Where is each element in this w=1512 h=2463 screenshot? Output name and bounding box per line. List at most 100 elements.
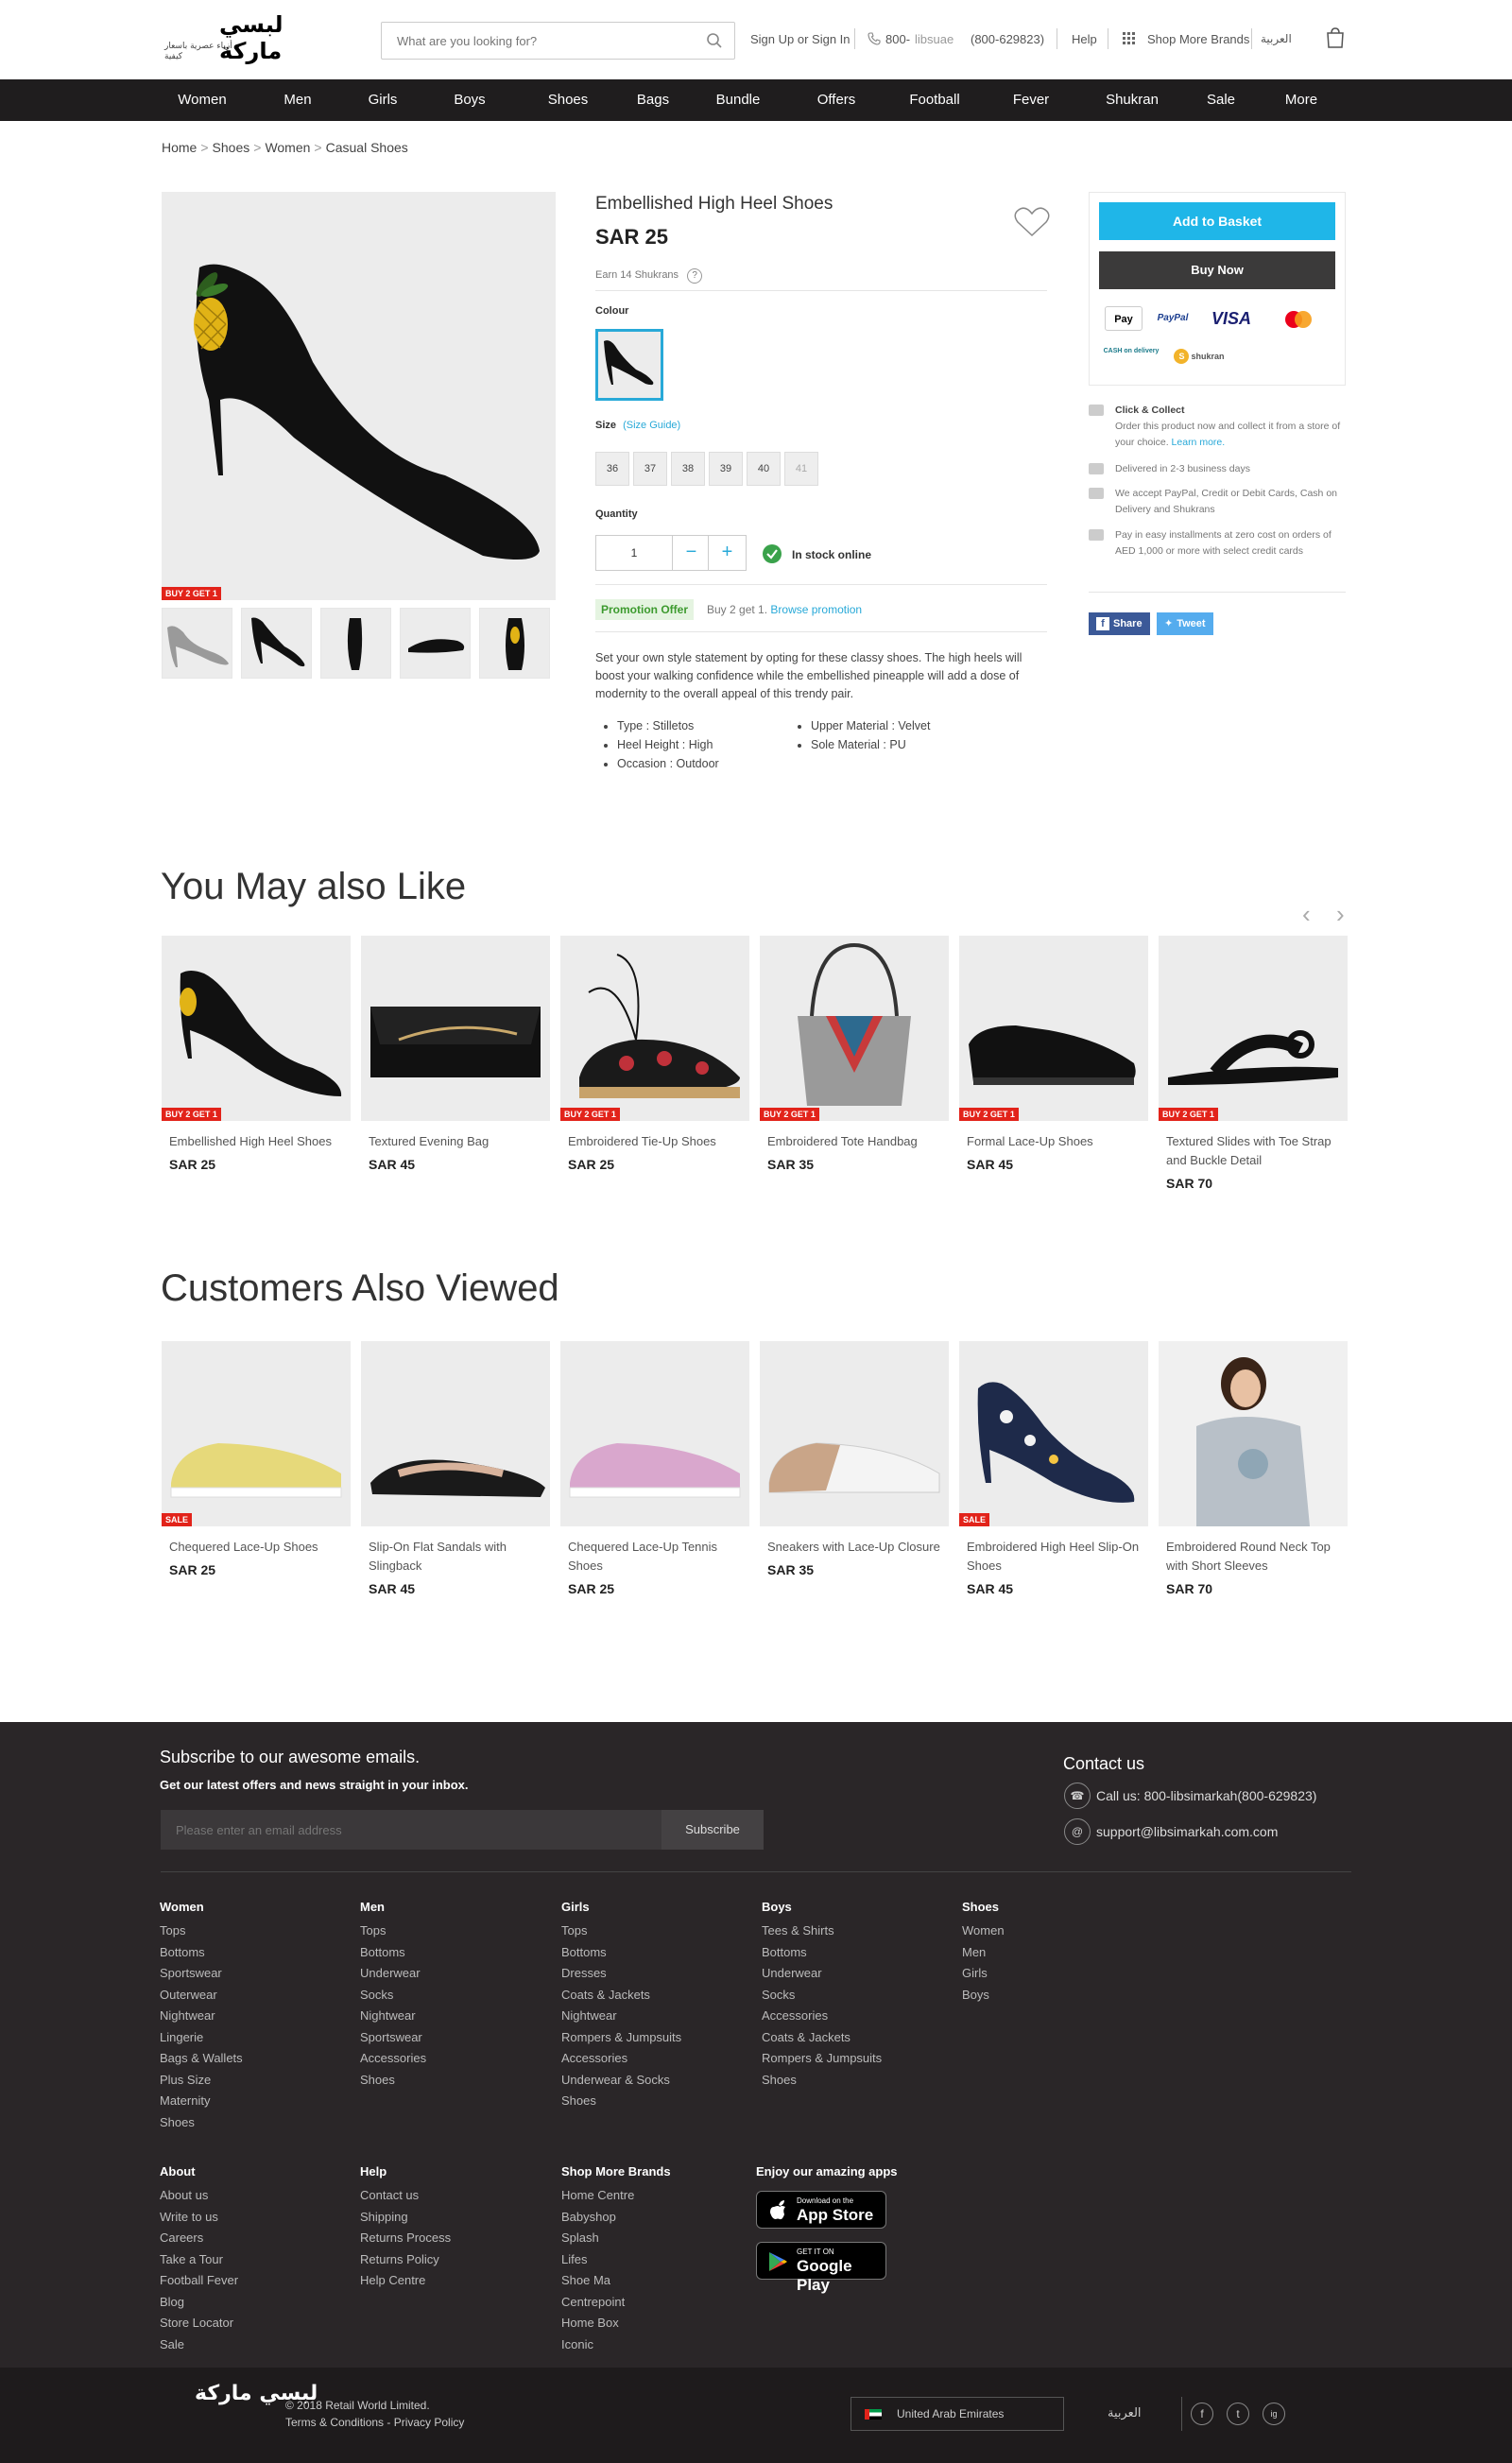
nav-men[interactable]: Men <box>284 79 311 121</box>
nav-bundle[interactable]: Bundle <box>716 79 761 121</box>
thumbnail-3[interactable] <box>320 608 391 679</box>
product-name[interactable]: Sneakers with Lace-Up Closure <box>767 1538 941 1557</box>
footer-link[interactable]: Store Locator <box>160 2313 238 2334</box>
cart-icon[interactable] <box>1325 26 1346 49</box>
size-option-40[interactable]: 40 <box>747 452 781 486</box>
footer-link[interactable]: Women <box>962 1920 1005 1942</box>
footer-link[interactable]: Careers <box>160 2228 238 2249</box>
footer-link[interactable]: Rompers & Jumpsuits <box>561 2027 681 2049</box>
terms-privacy-links[interactable]: Terms & Conditions - Privacy Policy <box>285 2416 464 2429</box>
footer-link[interactable]: Centrepoint <box>561 2292 634 2314</box>
site-logo[interactable]: لبسي ماركة أزياء عصرية باسعار كيفية <box>161 9 312 68</box>
carousel-prev-icon[interactable]: ‹ <box>1302 900 1311 929</box>
footer-link[interactable]: Coats & Jackets <box>561 1985 681 2007</box>
tweet-button[interactable]: ✦ Tweet <box>1157 612 1213 635</box>
footer-link[interactable]: Sportswear <box>160 1963 243 1985</box>
phone-number[interactable]: (800-629823) <box>971 32 1044 46</box>
footer-link[interactable]: Tops <box>360 1920 426 1942</box>
footer-link[interactable]: Nightwear <box>561 2006 681 2027</box>
nav-shukran[interactable]: Shukran <box>1106 79 1159 121</box>
footer-link[interactable]: Accessories <box>360 2048 426 2070</box>
wishlist-heart-icon[interactable] <box>1013 206 1051 238</box>
product-card[interactable]: Textured Evening Bag SAR 45 <box>361 936 550 1172</box>
buy-now-button[interactable]: Buy Now <box>1099 251 1335 289</box>
footer-link[interactable]: Socks <box>762 1985 882 2007</box>
thumbnail-4[interactable] <box>400 608 471 679</box>
size-option-39[interactable]: 39 <box>709 452 743 486</box>
twitter-icon[interactable]: t <box>1227 2403 1249 2425</box>
product-name[interactable]: Embroidered High Heel Slip-On Shoes <box>967 1538 1141 1576</box>
thumbnail-1[interactable] <box>162 608 232 679</box>
footer-col-title[interactable]: Women <box>160 1900 204 1914</box>
footer-link[interactable]: Bags & Wallets <box>160 2048 243 2070</box>
footer-link[interactable]: Girls <box>962 1963 1005 1985</box>
contact-phone[interactable]: Call us: 800-libsimarkah(800-629823) <box>1096 1788 1316 1803</box>
nav-bags[interactable]: Bags <box>637 79 669 121</box>
footer-link[interactable]: Socks <box>360 1985 426 2007</box>
product-name[interactable]: Embroidered Round Neck Top with Short Sl… <box>1166 1538 1340 1576</box>
footer-link[interactable]: Tops <box>561 1920 681 1942</box>
footer-link[interactable]: Iconic <box>561 2334 634 2356</box>
product-card[interactable]: BUY 2 GET 1 Formal Lace-Up Shoes SAR 45 <box>959 936 1148 1172</box>
footer-link[interactable]: Outerwear <box>160 1985 243 2007</box>
nav-football[interactable]: Football <box>909 79 959 121</box>
product-name[interactable]: Textured Slides with Toe Strap and Buckl… <box>1166 1132 1340 1170</box>
quantity-decrease-button[interactable]: − <box>672 536 710 570</box>
product-name[interactable]: Chequered Lace-Up Shoes <box>169 1538 343 1557</box>
product-name[interactable]: Textured Evening Bag <box>369 1132 542 1151</box>
help-link[interactable]: Help <box>1072 32 1097 46</box>
nav-sale[interactable]: Sale <box>1207 79 1235 121</box>
footer-link[interactable]: Returns Process <box>360 2228 451 2249</box>
footer-link[interactable]: Tops <box>160 1920 243 1942</box>
footer-col-title[interactable]: About <box>160 2164 196 2179</box>
facebook-share-button[interactable]: f Share <box>1089 612 1150 635</box>
footer-link[interactable]: Bottoms <box>160 1942 243 1964</box>
product-card[interactable]: Slip-On Flat Sandals with Slingback SAR … <box>361 1341 550 1596</box>
footer-link[interactable]: Nightwear <box>360 2006 426 2027</box>
nav-shoes[interactable]: Shoes <box>548 79 589 121</box>
footer-link[interactable]: Shoes <box>762 2070 882 2092</box>
product-card[interactable]: SALE Embroidered High Heel Slip-On Shoes… <box>959 1341 1148 1596</box>
footer-link[interactable]: Shoe Ma <box>561 2270 634 2292</box>
footer-col-title[interactable]: Men <box>360 1900 385 1914</box>
footer-link[interactable]: Bottoms <box>762 1942 882 1964</box>
nav-boys[interactable]: Boys <box>454 79 485 121</box>
size-option-37[interactable]: 37 <box>633 452 667 486</box>
footer-link[interactable]: Contact us <box>360 2185 451 2207</box>
footer-link[interactable]: Shoes <box>561 2091 681 2112</box>
product-name[interactable]: Embroidered Tie-Up Shoes <box>568 1132 742 1151</box>
product-card[interactable]: Embroidered Round Neck Top with Short Sl… <box>1159 1341 1348 1596</box>
footer-col-title[interactable]: Boys <box>762 1900 792 1914</box>
app-store-button[interactable]: Download on the App Store <box>756 2191 886 2229</box>
footer-col-title[interactable]: Help <box>360 2164 387 2179</box>
nav-women[interactable]: Women <box>178 79 226 121</box>
nav-more[interactable]: More <box>1285 79 1317 121</box>
facebook-icon[interactable]: f <box>1191 2403 1213 2425</box>
size-option-41[interactable]: 41 <box>784 452 818 486</box>
browse-promotion-link[interactable]: Browse promotion <box>770 603 862 616</box>
footer-col-title[interactable]: Shoes <box>962 1900 999 1914</box>
email-field[interactable] <box>161 1810 633 1850</box>
thumbnail-2[interactable] <box>241 608 312 679</box>
footer-link[interactable]: Accessories <box>762 2006 882 2027</box>
size-option-38[interactable]: 38 <box>671 452 705 486</box>
product-card[interactable]: BUY 2 GET 1 Embroidered Tie-Up Shoes SAR… <box>560 936 749 1172</box>
instagram-icon[interactable]: ig <box>1263 2403 1285 2425</box>
size-option-36[interactable]: 36 <box>595 452 629 486</box>
breadcrumb-shoes[interactable]: Shoes <box>213 140 250 155</box>
footer-link[interactable]: Underwear <box>360 1963 426 1985</box>
footer-link[interactable]: Help Centre <box>360 2270 451 2292</box>
nav-fever[interactable]: Fever <box>1013 79 1049 121</box>
carousel-next-icon[interactable]: › <box>1336 900 1345 929</box>
footer-link[interactable]: Babyshop <box>561 2207 634 2229</box>
footer-link[interactable]: Home Centre <box>561 2185 634 2207</box>
thumbnail-5[interactable] <box>479 608 550 679</box>
footer-link[interactable]: Splash <box>561 2228 634 2249</box>
footer-link[interactable]: Maternity <box>160 2091 243 2112</box>
footer-link[interactable]: Underwear <box>762 1963 882 1985</box>
footer-link[interactable]: Lifes <box>561 2249 634 2271</box>
quantity-value[interactable]: 1 <box>596 536 672 570</box>
footer-link[interactable]: Shoes <box>360 2070 426 2092</box>
language-switch[interactable]: العربية <box>1261 32 1292 45</box>
size-guide-link[interactable]: (Size Guide) <box>623 420 680 431</box>
